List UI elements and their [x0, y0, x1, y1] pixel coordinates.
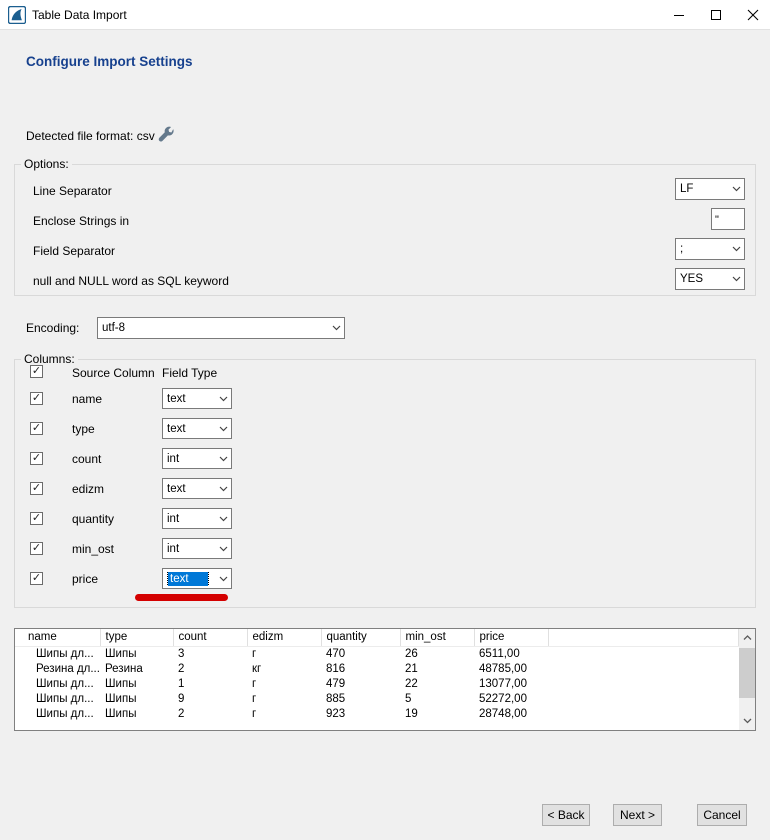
- scrollbar-thumb[interactable]: [739, 648, 755, 698]
- column-checkbox-min-ost[interactable]: ✓: [30, 542, 43, 555]
- chevron-down-icon: [328, 325, 344, 331]
- chevron-down-icon: [728, 186, 744, 192]
- red-underline-annotation: [135, 594, 228, 601]
- detected-file-format-label: Detected file format: csv: [26, 129, 155, 143]
- chevron-down-icon: [728, 246, 744, 252]
- col-header-type[interactable]: type: [100, 629, 173, 646]
- wrench-icon[interactable]: [156, 125, 176, 145]
- columns-group: Columns: ✓ Source Column Field Type ✓ na…: [14, 359, 756, 608]
- col-header-filler: [548, 629, 739, 646]
- minimize-button[interactable]: [662, 0, 696, 30]
- encoding-label: Encoding:: [26, 321, 79, 335]
- page-title: Configure Import Settings: [26, 54, 193, 69]
- column-label-price: price: [72, 572, 98, 586]
- field-type-header: Field Type: [162, 366, 217, 380]
- field-type-select-price[interactable]: text: [162, 568, 232, 589]
- col-header-price[interactable]: price: [474, 629, 548, 646]
- column-label-name: name: [72, 392, 102, 406]
- preview-table: name type count edizm quantity min_ost p…: [15, 629, 739, 721]
- field-separator-select[interactable]: ;: [675, 238, 745, 260]
- next-button[interactable]: Next >: [613, 804, 662, 826]
- source-column-header: Source Column: [72, 366, 155, 380]
- scroll-up-icon[interactable]: [739, 630, 755, 646]
- title-bar: Table Data Import: [0, 0, 770, 30]
- column-label-edizm: edizm: [72, 482, 104, 496]
- field-type-select-min-ost[interactable]: int: [162, 538, 232, 559]
- column-label-min-ost: min_ost: [72, 542, 114, 556]
- chevron-down-icon: [215, 576, 231, 582]
- column-checkbox-count[interactable]: ✓: [30, 452, 43, 465]
- null-keyword-select[interactable]: YES: [675, 268, 745, 290]
- column-label-count: count: [72, 452, 101, 466]
- selected-field-type-highlight: text: [168, 572, 208, 586]
- window-title: Table Data Import: [32, 0, 127, 30]
- encoding-select[interactable]: utf-8: [97, 317, 345, 339]
- column-label-type: type: [72, 422, 95, 436]
- line-separator-select[interactable]: LF: [675, 178, 745, 200]
- options-group-title: Options:: [21, 157, 72, 171]
- column-checkbox-type[interactable]: ✓: [30, 422, 43, 435]
- options-group: Options: Line Separator LF Enclose Strin…: [14, 164, 756, 296]
- col-header-edizm[interactable]: edizm: [247, 629, 321, 646]
- select-all-columns-checkbox[interactable]: ✓: [30, 365, 43, 378]
- column-checkbox-price[interactable]: ✓: [30, 572, 43, 585]
- col-header-name[interactable]: name: [15, 629, 100, 646]
- field-type-select-quantity[interactable]: int: [162, 508, 232, 529]
- columns-group-title: Columns:: [21, 352, 78, 366]
- chevron-down-icon: [215, 426, 231, 432]
- table-header-row: name type count edizm quantity min_ost p…: [15, 629, 739, 646]
- close-button[interactable]: [736, 0, 770, 30]
- null-keyword-label: null and NULL word as SQL keyword: [33, 274, 229, 288]
- vertical-scrollbar[interactable]: [739, 629, 755, 730]
- field-type-select-count[interactable]: int: [162, 448, 232, 469]
- chevron-down-icon: [215, 396, 231, 402]
- enclose-strings-label: Enclose Strings in: [33, 214, 129, 228]
- col-header-quantity[interactable]: quantity: [321, 629, 400, 646]
- table-row[interactable]: Шипы дл... Шипы 1 г 479 22 13077,00: [15, 676, 739, 691]
- table-row[interactable]: Шипы дл... Шипы 3 г 470 26 6511,00: [15, 646, 739, 661]
- col-header-min-ost[interactable]: min_ost: [400, 629, 474, 646]
- column-checkbox-quantity[interactable]: ✓: [30, 512, 43, 525]
- chevron-down-icon: [728, 276, 744, 282]
- table-row[interactable]: Шипы дл... Шипы 2 г 923 19 28748,00: [15, 706, 739, 721]
- line-separator-label: Line Separator: [33, 184, 112, 198]
- chevron-down-icon: [215, 486, 231, 492]
- col-header-count[interactable]: count: [173, 629, 247, 646]
- data-preview-panel: name type count edizm quantity min_ost p…: [14, 628, 756, 731]
- column-label-quantity: quantity: [72, 512, 114, 526]
- maximize-button[interactable]: [699, 0, 733, 30]
- field-type-select-edizm[interactable]: text: [162, 478, 232, 499]
- chevron-down-icon: [215, 516, 231, 522]
- field-type-select-name[interactable]: text: [162, 388, 232, 409]
- column-checkbox-edizm[interactable]: ✓: [30, 482, 43, 495]
- enclose-strings-input[interactable]: [711, 208, 745, 230]
- chevron-down-icon: [215, 546, 231, 552]
- field-separator-label: Field Separator: [33, 244, 115, 258]
- cancel-button[interactable]: Cancel: [697, 804, 747, 826]
- column-checkbox-name[interactable]: ✓: [30, 392, 43, 405]
- field-type-select-type[interactable]: text: [162, 418, 232, 439]
- table-data-import-dialog: Table Data Import Configure Import Setti…: [0, 0, 770, 840]
- chevron-down-icon: [215, 456, 231, 462]
- table-row[interactable]: Резина дл... Резина 2 кг 816 21 48785,00: [15, 661, 739, 676]
- back-button[interactable]: < Back: [542, 804, 590, 826]
- mysql-workbench-icon: [8, 6, 26, 24]
- scroll-down-icon[interactable]: [739, 713, 755, 729]
- table-row[interactable]: Шипы дл... Шипы 9 г 885 5 52272,00: [15, 691, 739, 706]
